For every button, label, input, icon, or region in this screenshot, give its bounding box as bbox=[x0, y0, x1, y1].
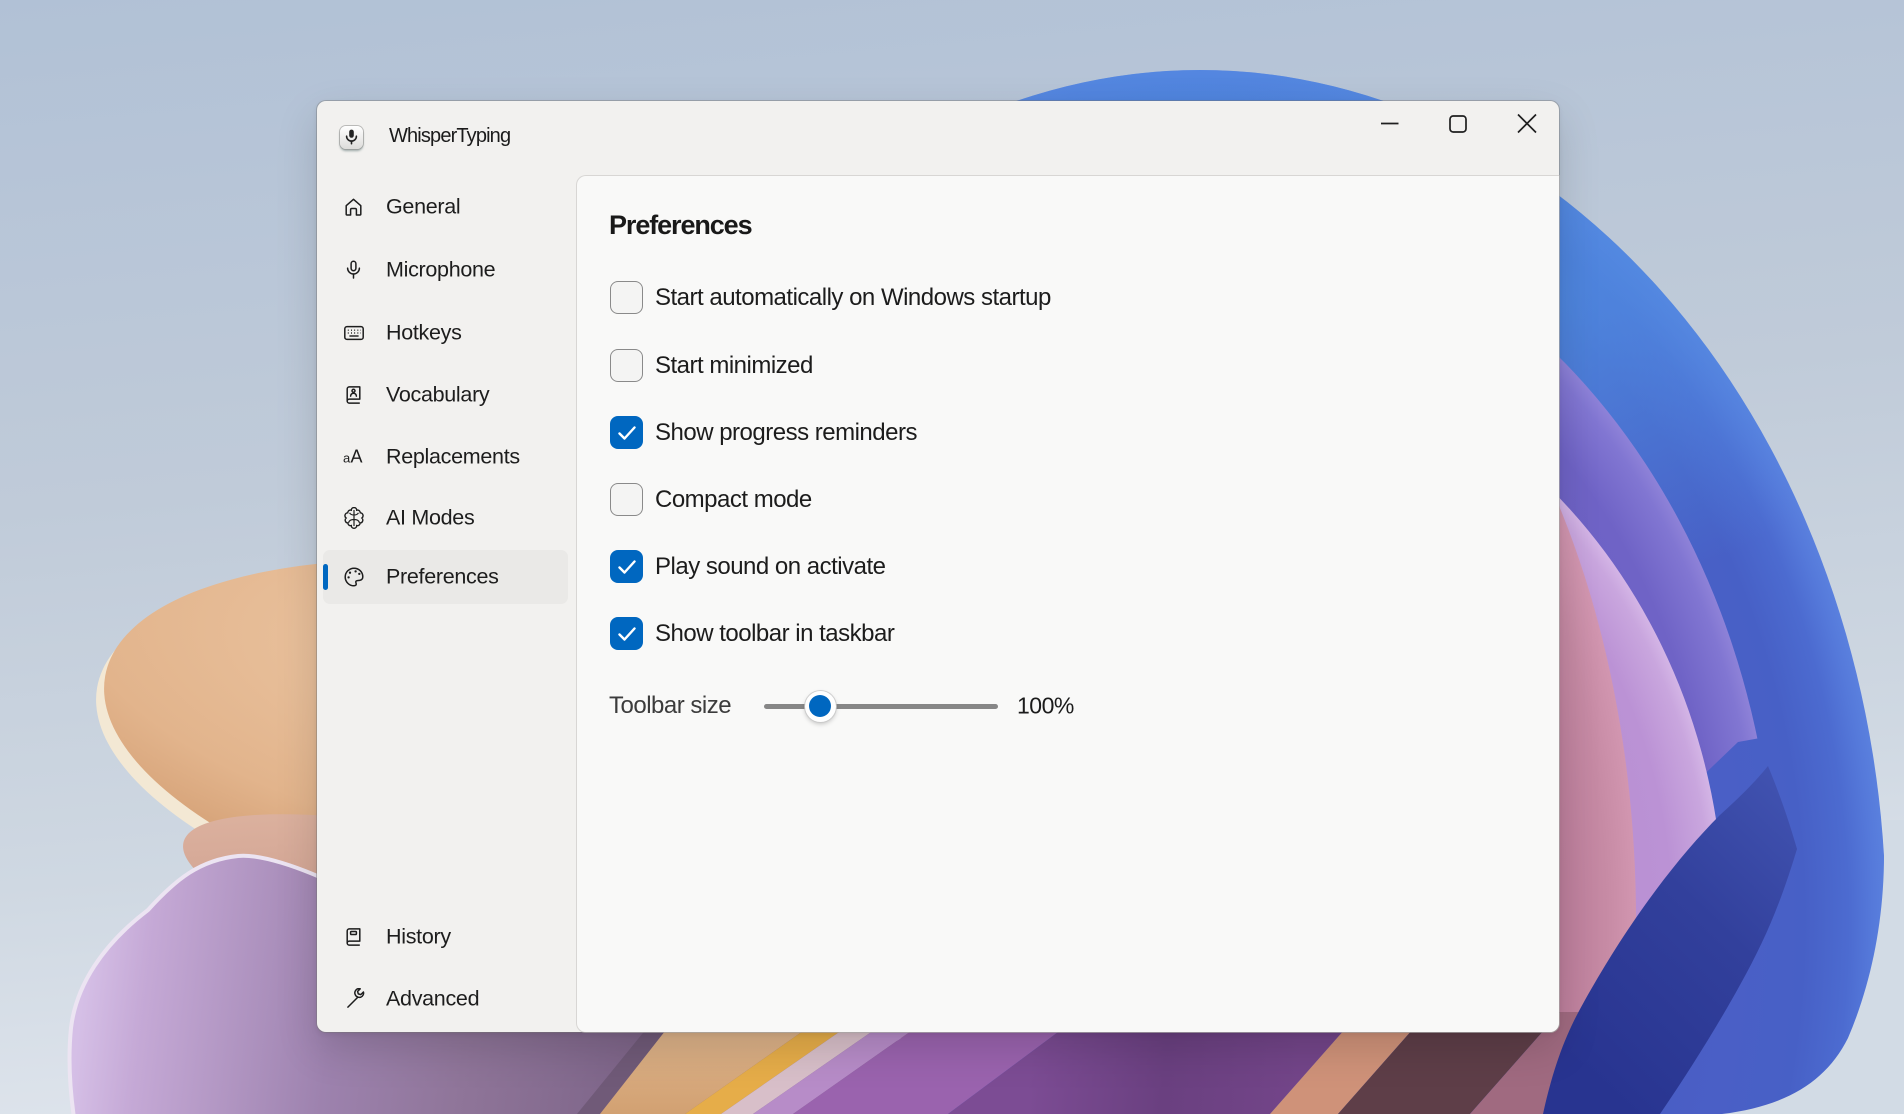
svg-text:A: A bbox=[351, 447, 363, 467]
